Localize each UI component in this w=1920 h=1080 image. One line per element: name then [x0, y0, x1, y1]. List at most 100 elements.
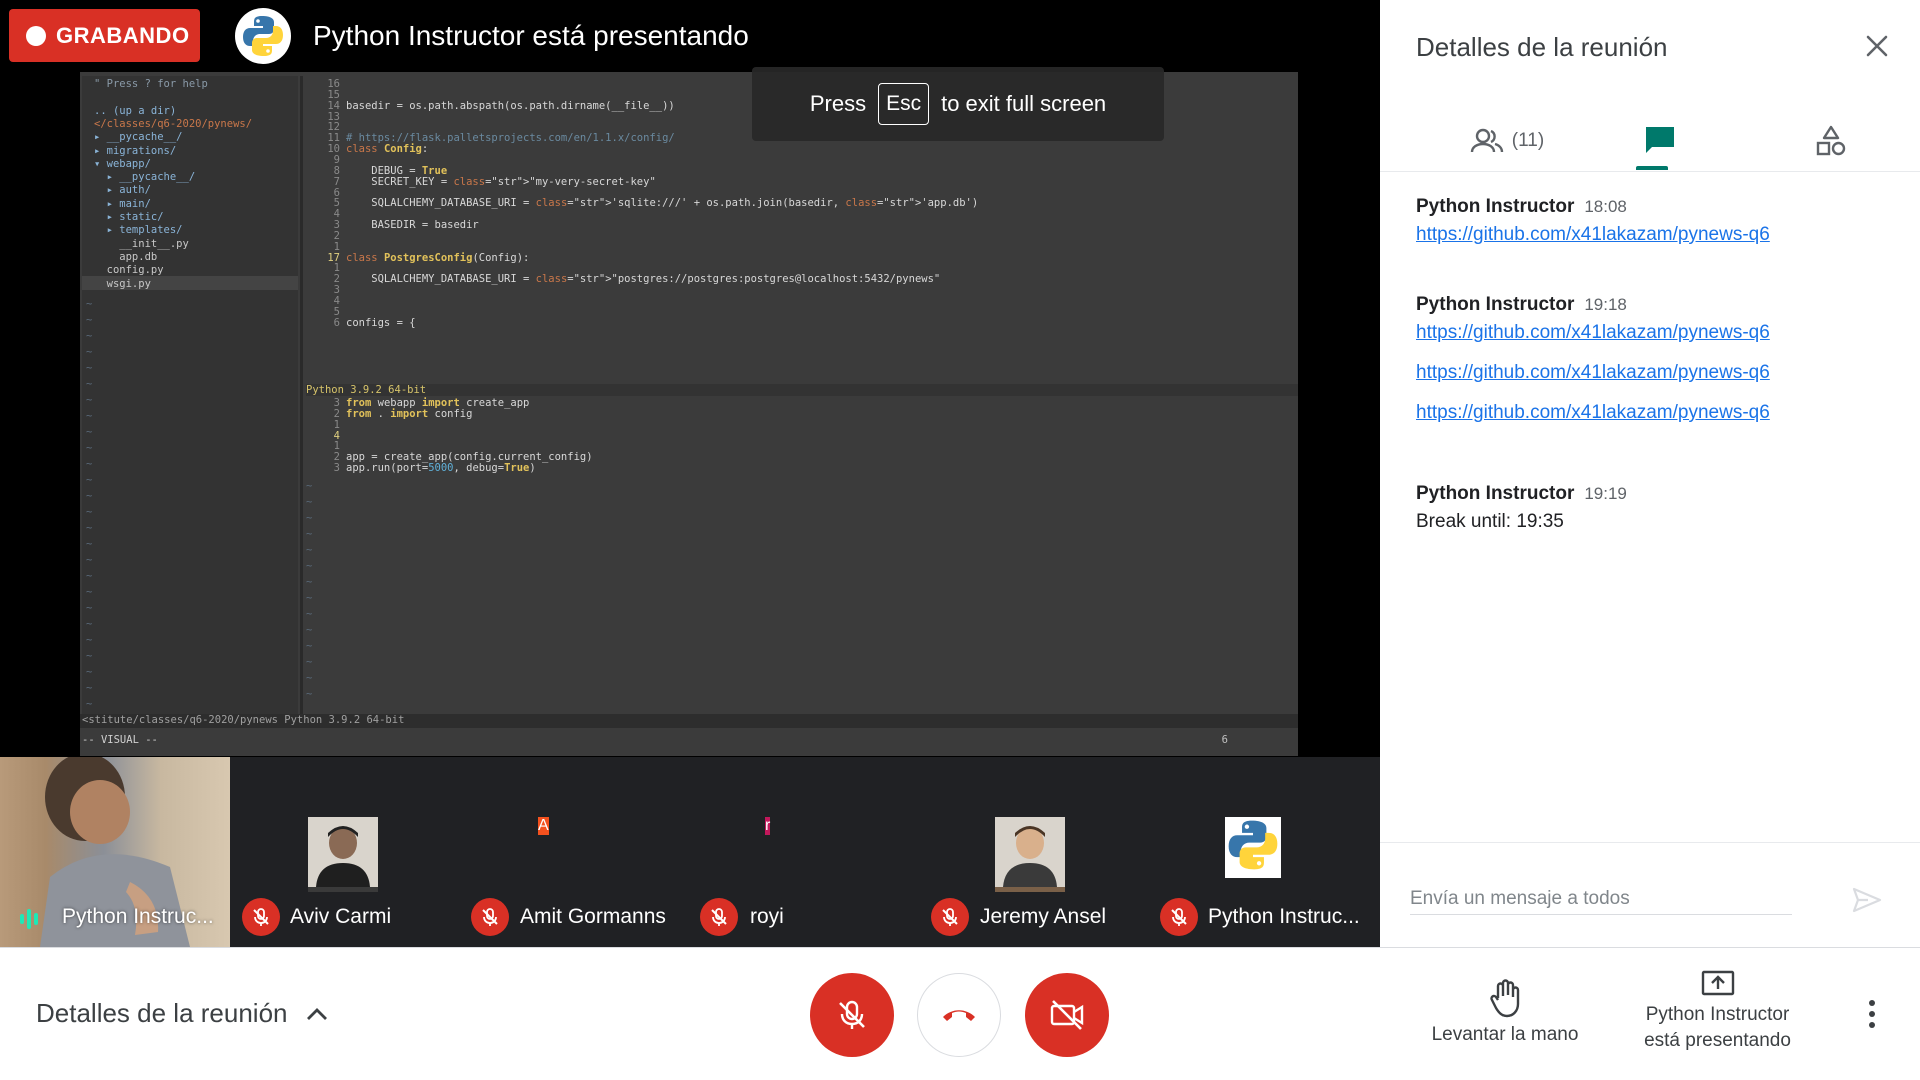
tilde-marker: ~	[306, 592, 313, 604]
participant-strip: Python Instruc... Aviv Carmi A Amit Gorman…	[0, 757, 1380, 947]
message-link[interactable]: https://github.com/x41lakazam/pynews-q6	[1416, 362, 1770, 384]
message-time: 19:19	[1584, 484, 1627, 503]
people-count: (11)	[1511, 130, 1545, 151]
tilde-marker: ~	[86, 378, 93, 390]
chat-input[interactable]	[1410, 883, 1792, 915]
mic-off-icon	[839, 1000, 865, 1029]
tilde-marker: ~	[86, 458, 93, 470]
mic-muted-icon	[242, 898, 280, 936]
participant-tile-camera[interactable]: Python Instruc...	[0, 757, 230, 947]
message-header: Python Instructor 19:18	[1416, 294, 1770, 316]
present-label-line1: Python Instructor	[1645, 1004, 1790, 1025]
code-line: app.run(port=5000, debug=True)	[346, 462, 536, 475]
panel-title: Detalles de la reunión	[1416, 32, 1668, 62]
tilde-marker: ~	[86, 506, 93, 518]
tilde-marker: ~	[86, 394, 93, 406]
recording-label: GRABANDO	[56, 22, 190, 48]
send-icon[interactable]	[1848, 881, 1886, 919]
message-link[interactable]: https://github.com/x41lakazam/pynews-q6	[1416, 224, 1770, 246]
code-line: from . import config	[346, 407, 473, 420]
tilde-marker: ~	[306, 656, 313, 668]
mic-muted-icon	[931, 898, 969, 936]
message-link[interactable]: https://github.com/x41lakazam/pynews-q6	[1416, 402, 1770, 424]
code-line: class Config:	[346, 143, 429, 156]
message-sender: Python Instructor	[1416, 294, 1575, 315]
people-icon	[1470, 128, 1503, 153]
message-header: Python Instructor 18:08	[1416, 196, 1770, 218]
tree-line: ▸ templates/	[94, 224, 183, 237]
message-header: Python Instructor 19:19	[1416, 483, 1627, 505]
tab-activities[interactable]	[1796, 110, 1866, 172]
more-options-icon[interactable]	[1860, 992, 1884, 1036]
message-time: 18:08	[1584, 197, 1627, 216]
mic-off-button[interactable]	[810, 973, 894, 1057]
tilde-marker: ~	[86, 586, 93, 598]
raise-hand-button[interactable]: Levantar la mano	[1410, 978, 1600, 1046]
tilde-marker: ~	[86, 490, 93, 502]
tree-line: " Press ? for help	[94, 78, 208, 90]
tilde-marker: ~	[306, 688, 313, 700]
tilde-marker: ~	[86, 298, 93, 310]
tilde-marker: ~	[86, 602, 93, 614]
tilde-marker: ~	[86, 314, 93, 326]
tree-line: ▾ webapp/	[94, 157, 151, 170]
camera-off-button[interactable]	[1025, 973, 1109, 1057]
tilde-marker: ~	[306, 560, 313, 572]
tree-line: .. (up a dir)	[94, 104, 177, 117]
hang-up-button[interactable]	[917, 973, 1001, 1057]
mic-muted-icon	[1160, 898, 1198, 936]
participant-name: Jeremy Ansel	[980, 905, 1107, 928]
presenter-title: Python Instructor está presentando	[313, 20, 749, 51]
message-link[interactable]: https://github.com/x41lakazam/pynews-q6	[1416, 322, 1770, 344]
fullscreen-toast: Press Esc to exit full screen	[752, 67, 1164, 141]
code-line: SECRET_KEY = class="str">"my-very-secret…	[346, 175, 656, 188]
code-line: SQLALCHEMY_DATABASE_URI = class="str">"p…	[346, 273, 941, 286]
shared-screen: " Press ? for help .. (up a dir) </classes…	[80, 72, 1298, 756]
tilde-marker: ~	[86, 426, 93, 438]
vim-mode-line: -- VISUAL -- 6	[82, 734, 1228, 746]
meeting-details-toggle[interactable]: Detalles de la reunión	[36, 998, 328, 1029]
mic-muted-icon	[471, 898, 509, 936]
tree-line: __init__.py	[94, 237, 189, 250]
tilde-marker: ~	[86, 330, 93, 342]
pane-separator	[300, 76, 303, 716]
participant-name: royi	[750, 905, 784, 928]
tilde-marker: ~	[306, 512, 313, 524]
tilde-marker: ~	[86, 682, 93, 694]
tree-line: ▸ main/	[94, 197, 151, 210]
code-line: BASEDIR = basedir	[346, 219, 479, 232]
tilde-marker: ~	[306, 640, 313, 652]
present-button[interactable]: Python Instructor está presentando	[1620, 970, 1815, 1054]
tilde-marker: ~	[306, 480, 313, 492]
tree-line: ▸ migrations/	[94, 144, 177, 157]
close-icon[interactable]	[1859, 28, 1895, 64]
tree-line: ▸ static/	[94, 211, 164, 223]
tilde-marker: ~	[86, 570, 93, 582]
tree-line: ▸ __pycache__/	[94, 171, 196, 184]
participant-name: Aviv Carmi	[290, 905, 392, 928]
hang-up-icon	[943, 1010, 975, 1021]
participant-avatar: A	[538, 817, 549, 835]
chevron-up-icon	[306, 1007, 327, 1020]
tree-line: config.py	[94, 264, 164, 277]
tilde-marker: ~	[306, 672, 313, 684]
tilde-marker: ~	[86, 442, 93, 454]
active-tab-indicator	[1636, 166, 1668, 170]
chat-icon	[1646, 127, 1674, 153]
code-line: class PostgresConfig(Config):	[346, 251, 530, 264]
line-number: 6	[333, 316, 340, 329]
tree-line: ▸ auth/	[94, 184, 151, 197]
tilde-marker: ~	[86, 346, 93, 358]
tab-people[interactable]: (11)	[1432, 110, 1582, 172]
tilde-marker: ~	[86, 634, 93, 646]
tab-chat[interactable]	[1625, 110, 1695, 172]
tilde-marker: ~	[306, 528, 313, 540]
tree-line: </classes/q6-2020/pynews/	[94, 117, 253, 130]
esc-key: Esc	[878, 83, 930, 125]
code-line: configs = {	[346, 316, 416, 329]
present-screen-icon	[1701, 970, 1734, 996]
meeting-details-label: Detalles de la reunión	[36, 998, 288, 1028]
chat-composer	[1380, 842, 1920, 947]
file-tree: " Press ? for help .. (up a dir) </classes…	[82, 76, 298, 716]
line-number: 3	[333, 462, 340, 475]
